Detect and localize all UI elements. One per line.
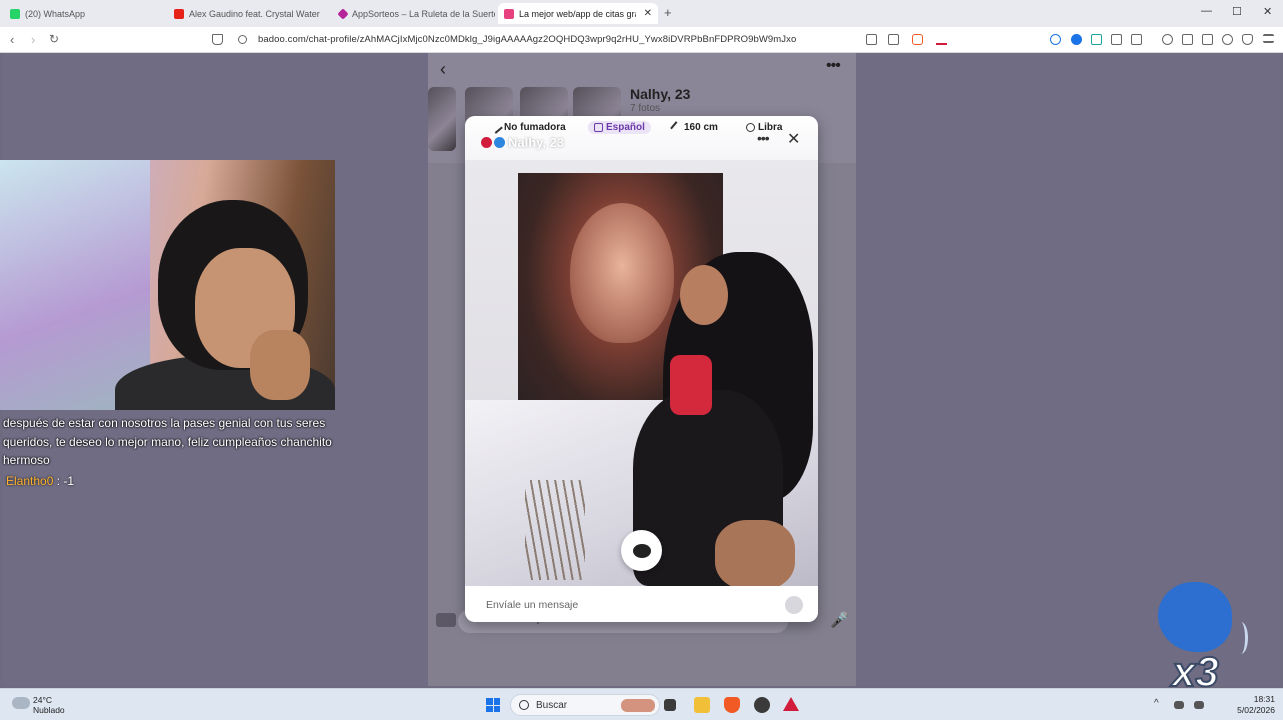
- popular-badge-icon: [481, 137, 492, 148]
- profile-thumbnail[interactable]: [428, 87, 456, 151]
- ruler-icon: [670, 121, 683, 134]
- language-icon: [594, 123, 603, 132]
- camera-icon[interactable]: [436, 613, 456, 627]
- taskbar: 24°C Nublado Buscar ^ 18:31 5/02/2026: [0, 688, 1283, 720]
- zodiac-icon: [746, 123, 755, 132]
- mascot-multiplier: x3: [1171, 648, 1220, 695]
- vpn-icon[interactable]: [1242, 34, 1253, 45]
- menu-icon[interactable]: [1263, 34, 1274, 43]
- leo-ai-icon[interactable]: [1222, 34, 1233, 45]
- more-options-icon[interactable]: •••: [826, 57, 841, 75]
- network-icon[interactable]: [1174, 701, 1184, 709]
- tab-appsorteos[interactable]: AppSorteos – La Ruleta de la Suerte: [333, 3, 495, 24]
- no-smoking-icon: [490, 121, 503, 134]
- app-triangle-icon[interactable]: [783, 697, 799, 711]
- taskbar-search-label: Buscar: [536, 700, 568, 711]
- webcam-feed: [0, 160, 335, 410]
- bookmark-icon[interactable]: [212, 34, 223, 45]
- site-info-icon[interactable]: [238, 35, 247, 44]
- file-explorer-icon[interactable]: [694, 697, 710, 713]
- modal-header: No fumadora Español 160 cm Libra Nalhy, …: [465, 116, 818, 160]
- back-arrow-icon[interactable]: ‹: [440, 59, 446, 80]
- back-icon[interactable]: ‹: [10, 32, 14, 47]
- send-icon[interactable]: [785, 596, 803, 614]
- chat-bubble-icon: [632, 543, 651, 558]
- badoo-icon: [504, 8, 514, 19]
- stream-chat-username: Elantho0: [6, 474, 54, 488]
- search-icon: [519, 700, 529, 710]
- extensions-icon[interactable]: [1111, 34, 1122, 45]
- search-highlight-icon: [621, 699, 655, 712]
- whatsapp-icon: [10, 8, 20, 19]
- extension-translate-icon[interactable]: [1091, 34, 1102, 45]
- close-window-icon[interactable]: ✕: [1263, 5, 1272, 18]
- modal-more-icon[interactable]: •••: [757, 130, 770, 146]
- forward-icon[interactable]: ›: [31, 32, 35, 47]
- new-tab-icon[interactable]: +: [664, 5, 672, 20]
- obs-icon[interactable]: [754, 697, 770, 713]
- task-view-icon[interactable]: [664, 699, 676, 711]
- sidebar-icon[interactable]: [1182, 34, 1193, 45]
- microphone-icon[interactable]: 🎤: [830, 611, 849, 629]
- modal-profile-name: Nalhy, 23: [508, 135, 565, 150]
- brave-browser-icon[interactable]: [724, 697, 740, 713]
- stream-chat-user: Elantho0 : -1: [6, 474, 74, 488]
- install-icon[interactable]: [866, 34, 877, 45]
- wallet-icon[interactable]: [1202, 34, 1213, 45]
- tab-whatsapp[interactable]: (20) WhatsApp: [4, 3, 166, 24]
- share-icon[interactable]: [888, 34, 899, 45]
- tray-expand-icon[interactable]: ^: [1154, 698, 1159, 709]
- screenshot-icon[interactable]: [1131, 34, 1142, 45]
- clock-time: 18:31: [1253, 694, 1275, 704]
- quick-chat-button[interactable]: [621, 530, 662, 571]
- tab-badoo[interactable]: La mejor web/app de citas gratis ✕: [498, 3, 658, 24]
- volume-icon[interactable]: [1194, 701, 1204, 709]
- profile-photo[interactable]: [465, 160, 818, 586]
- modal-message-placeholder: Envíale un mensaje: [486, 599, 579, 611]
- windows-start-icon[interactable]: [486, 698, 500, 712]
- chip-height: 160 cm: [670, 121, 718, 134]
- stream-chat-user-value: : -1: [56, 474, 75, 488]
- media-icon[interactable]: [1162, 34, 1173, 45]
- url-field[interactable]: badoo.com/chat-profile/zAhMACjIxMjc0Nzc0…: [258, 34, 796, 45]
- modal-close-icon[interactable]: ✕: [787, 129, 800, 149]
- tab-youtube[interactable]: Alex Gaudino feat. Crystal Water: [168, 3, 330, 24]
- appsorteos-icon: [337, 7, 349, 20]
- brave-rewards-icon[interactable]: [936, 34, 947, 45]
- extension-skype-icon[interactable]: [1071, 34, 1082, 45]
- stream-chat-message: después de estar con nosotros la pases g…: [3, 416, 332, 467]
- modal-message-input[interactable]: Envíale un mensaje: [465, 586, 818, 622]
- chip-smoking: No fumadora: [490, 121, 566, 134]
- clock-date: 5/02/2026: [1237, 705, 1275, 715]
- verified-badge-icon: [494, 137, 505, 148]
- photos-count: 7 fotos: [630, 103, 661, 114]
- maximize-icon[interactable]: ☐: [1232, 5, 1242, 18]
- chat-profile-name[interactable]: Nalhy, 23: [630, 86, 690, 102]
- translate-icon[interactable]: [1050, 34, 1061, 45]
- brave-shields-icon[interactable]: [912, 34, 923, 45]
- cloud-icon[interactable]: [12, 697, 30, 709]
- sound-wave-icon: [1234, 622, 1248, 654]
- chip-language: Español: [588, 121, 651, 134]
- minimize-icon[interactable]: —: [1201, 5, 1212, 17]
- mascot-head-icon: [1158, 582, 1232, 652]
- taskbar-search[interactable]: Buscar: [510, 694, 660, 716]
- reload-icon[interactable]: ↻: [49, 32, 59, 46]
- address-bar: ‹ › ↻ badoo.com/chat-profile/zAhMACjIxMj…: [0, 27, 1283, 53]
- tab-close-icon[interactable]: ✕: [644, 8, 652, 19]
- taskbar-clock[interactable]: 18:31 5/02/2026: [1230, 694, 1275, 716]
- weather-temp: 24°C: [33, 695, 52, 705]
- profile-photo-modal: No fumadora Español 160 cm Libra Nalhy, …: [465, 116, 818, 622]
- weather-desc: Nublado: [33, 705, 65, 715]
- youtube-icon: [174, 8, 184, 19]
- weather-widget[interactable]: 24°C Nublado: [33, 695, 65, 715]
- browser-tab-bar: (20) WhatsApp Alex Gaudino feat. Crystal…: [0, 0, 1283, 27]
